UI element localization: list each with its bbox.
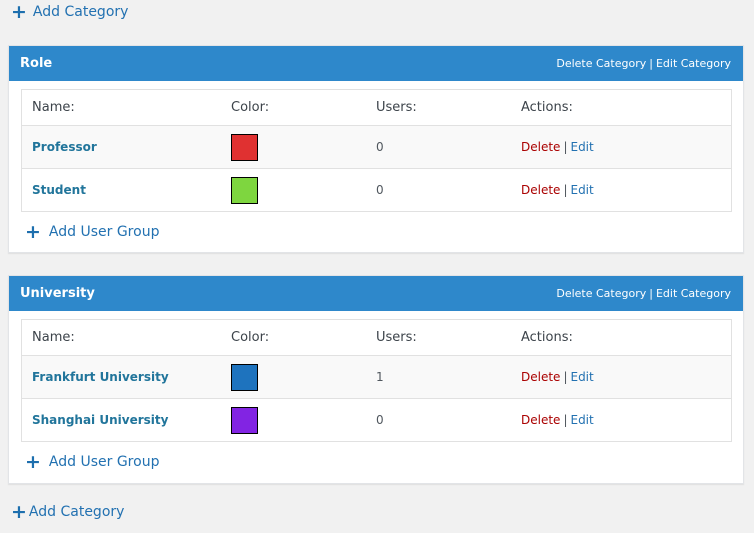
category-title: Role — [20, 56, 53, 71]
separator: | — [649, 287, 653, 300]
category-title: University — [20, 286, 95, 301]
delete-group-link[interactable]: Delete — [521, 370, 560, 384]
category-header: University Delete Category | Edit Category — [9, 276, 743, 311]
column-header-users: Users: — [376, 100, 417, 115]
group-name-link[interactable]: Frankfurt University — [32, 370, 169, 384]
category-header: Role Delete Category | Edit Category — [9, 46, 743, 81]
add-user-group-button[interactable]: + Add User Group — [25, 221, 743, 243]
column-header-name: Name: — [32, 330, 75, 345]
separator: | — [563, 369, 568, 384]
table-header-row: Name: Color: Users: Actions: — [22, 90, 731, 125]
add-category-label: Add Category — [32, 4, 129, 20]
table-row: Shanghai University 0 Delete | Edit — [22, 398, 731, 441]
column-header-users: Users: — [376, 330, 417, 345]
group-name-link[interactable]: Student — [32, 183, 86, 197]
user-group-table: Name: Color: Users: Actions: Professor 0… — [21, 89, 732, 212]
users-count: 0 — [376, 412, 384, 427]
column-header-color: Color: — [231, 330, 270, 345]
category-actions: Delete Category | Edit Category — [556, 57, 731, 70]
users-count: 0 — [376, 182, 384, 197]
edit-category-link[interactable]: Edit Category — [656, 57, 731, 70]
add-user-group-button[interactable]: + Add User Group — [25, 451, 743, 473]
color-swatch — [231, 406, 258, 434]
add-user-group-label: Add User Group — [48, 454, 160, 470]
users-count: 1 — [376, 369, 384, 384]
edit-group-link[interactable]: Edit — [570, 413, 593, 427]
separator: | — [563, 412, 568, 427]
delete-group-link[interactable]: Delete — [521, 140, 560, 154]
column-header-color: Color: — [231, 100, 270, 115]
column-header-actions: Actions: — [521, 100, 573, 115]
edit-group-link[interactable]: Edit — [570, 370, 593, 384]
table-header-row: Name: Color: Users: Actions: — [22, 320, 731, 355]
separator: | — [563, 139, 568, 154]
edit-group-link[interactable]: Edit — [570, 140, 593, 154]
color-swatch — [231, 133, 258, 161]
category-actions: Delete Category | Edit Category — [556, 287, 731, 300]
color-swatch — [231, 176, 258, 204]
add-category-label: Add Category — [28, 504, 125, 520]
plus-icon: + — [25, 221, 41, 243]
delete-group-link[interactable]: Delete — [521, 183, 560, 197]
category-panel-role: Role Delete Category | Edit Category Name:… — [8, 45, 744, 253]
edit-group-link[interactable]: Edit — [570, 183, 593, 197]
table-row: Professor 0 Delete | Edit — [22, 125, 731, 168]
user-group-table: Name: Color: Users: Actions: Frankfurt U… — [21, 319, 732, 442]
plus-icon: + — [11, 501, 27, 523]
plus-icon: + — [25, 451, 41, 473]
table-row: Frankfurt University 1 Delete | Edit — [22, 355, 731, 398]
separator: | — [563, 182, 568, 197]
plus-icon: + — [11, 1, 27, 23]
add-user-group-label: Add User Group — [48, 224, 160, 240]
separator: | — [649, 57, 653, 70]
delete-group-link[interactable]: Delete — [521, 413, 560, 427]
category-panel-university: University Delete Category | Edit Category… — [8, 275, 744, 484]
group-name-link[interactable]: Shanghai University — [32, 413, 168, 427]
table-row: Student 0 Delete | Edit — [22, 168, 731, 211]
column-header-actions: Actions: — [521, 330, 573, 345]
column-header-name: Name: — [32, 100, 75, 115]
group-name-link[interactable]: Professor — [32, 140, 97, 154]
add-category-button-bottom[interactable]: + Add Category — [11, 501, 125, 523]
add-category-button-top[interactable]: + Add Category — [11, 1, 129, 23]
color-swatch — [231, 363, 258, 391]
delete-category-link[interactable]: Delete Category — [556, 287, 646, 300]
users-count: 0 — [376, 139, 384, 154]
delete-category-link[interactable]: Delete Category — [556, 57, 646, 70]
edit-category-link[interactable]: Edit Category — [656, 287, 731, 300]
